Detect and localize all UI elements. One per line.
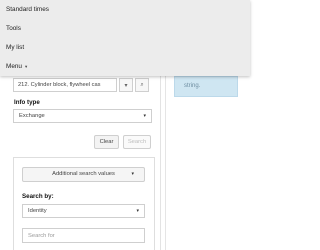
chevron-down-icon: ▾ xyxy=(124,82,128,89)
search-for-input[interactable] xyxy=(22,228,145,243)
chevron-down-icon: ▾ xyxy=(131,171,134,177)
clear-button[interactable]: Clear xyxy=(94,135,119,149)
search-by-select[interactable]: Identity ▾ xyxy=(22,204,145,218)
part-select[interactable]: 212. Cylinder block, flywheel cas xyxy=(13,78,117,92)
info-type-label: Info type xyxy=(14,99,40,106)
search-by-label: Search by: xyxy=(22,193,54,200)
menu-item-tools[interactable]: Tools xyxy=(0,19,250,38)
info-box: string. xyxy=(174,76,238,97)
additional-search-values-label: Additional search values xyxy=(52,171,115,177)
menu-item-label: Standard times xyxy=(6,6,49,13)
chevron-down-icon: ▾ xyxy=(25,63,28,69)
part-search-button[interactable]: ⌕ xyxy=(135,78,149,92)
menu-item-label: My list xyxy=(6,44,25,51)
menu-item-my-list[interactable]: My list xyxy=(0,38,250,57)
menu-item-menu[interactable]: Menu ▾ xyxy=(0,57,250,76)
additional-search-values-button[interactable]: Additional search values ▾ xyxy=(22,167,145,182)
search-icon: ⌕ xyxy=(140,81,144,88)
info-type-select[interactable]: Exchange ▾ xyxy=(13,109,152,123)
menu-item-label: Tools xyxy=(6,25,21,32)
menu-item-label: Menu xyxy=(6,63,22,70)
search-by-value: Identity xyxy=(28,208,47,214)
part-dropdown-button[interactable]: ▾ xyxy=(119,78,133,92)
chevron-down-icon: ▾ xyxy=(143,113,146,119)
chevron-down-icon: ▾ xyxy=(136,208,139,214)
search-button[interactable]: Search xyxy=(123,135,151,149)
info-box-text: string. xyxy=(184,83,201,89)
info-type-value: Exchange xyxy=(19,113,45,119)
dropdown-menu: Standard times Tools My list Menu ▾ xyxy=(0,0,250,76)
menu-item-standard-times[interactable]: Standard times xyxy=(0,0,250,19)
